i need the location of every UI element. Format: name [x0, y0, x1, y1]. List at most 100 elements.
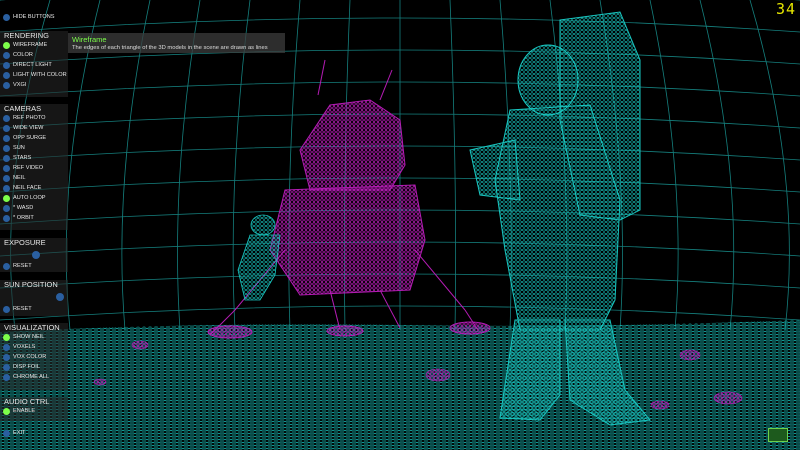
sun-reset-label: RESET — [13, 306, 32, 312]
sun-reset-button[interactable] — [3, 305, 10, 313]
menu-item-label: VOX COLOR — [13, 354, 47, 360]
exposure-slider[interactable] — [32, 251, 40, 259]
toggle-button[interactable] — [3, 114, 10, 122]
menu-item-label: SHOW NEIL — [13, 334, 45, 340]
audio-list: ENABLE — [0, 406, 68, 416]
menu-item[interactable]: WIREFRAME — [0, 40, 68, 50]
menu-item[interactable]: NEIL FACE — [0, 183, 68, 193]
toggle-button[interactable] — [3, 51, 10, 59]
toggle-button[interactable] — [3, 154, 10, 162]
audio-panel: AUDIO CTRL ENABLE — [0, 397, 68, 421]
menu-item-label: VXGI — [13, 82, 27, 88]
menu-item-label: AUTO LOOP — [13, 195, 46, 201]
rendering-panel: RENDERING WIREFRAME COLOR DIRECT LIGHT LIGH… — [0, 31, 68, 97]
menu-item-label: REF PHOTO — [13, 115, 46, 121]
menu-item[interactable]: STARS — [0, 153, 68, 163]
menu-item[interactable]: OPP SURGE — [0, 133, 68, 143]
visualization-panel: VISUALIZATION SHOW NEIL VOXELS VOX COLOR DI… — [0, 323, 68, 390]
toggle-button[interactable] — [3, 214, 10, 222]
menu-item-label: STARS — [13, 155, 32, 161]
exposure-reset-button[interactable] — [3, 262, 10, 270]
toggle-button[interactable] — [3, 194, 10, 202]
menu-item-label: * ORBIT — [13, 215, 34, 221]
menu-item-label: * WASD — [13, 205, 34, 211]
toggle-button[interactable] — [3, 174, 10, 182]
toggle-button[interactable] — [3, 61, 10, 69]
sun-position-slider[interactable] — [56, 293, 64, 301]
menu-item-label: DIRECT LIGHT — [13, 62, 52, 68]
hide-buttons-row[interactable]: HIDE BUTTONS — [0, 12, 68, 24]
menu-item[interactable]: VOX COLOR — [0, 352, 68, 362]
cameras-header: CAMERAS — [4, 104, 42, 113]
toggle-button[interactable] — [3, 407, 10, 415]
menu-item[interactable]: VOXELS — [0, 342, 68, 352]
exposure-reset-label: RESET — [13, 263, 32, 269]
toggle-button[interactable] — [3, 134, 10, 142]
toggle-button[interactable] — [3, 353, 10, 361]
menu-item-label: COLOR — [13, 52, 33, 58]
cameras-panel: CAMERAS REF PHOTO WIDE VIEW OPP SURGE SUN ST… — [0, 104, 68, 230]
tooltip-title: Wireframe — [72, 35, 107, 44]
toggle-button[interactable] — [3, 373, 10, 381]
exposure-header: EXPOSURE — [4, 238, 46, 247]
menu-item-label: WIREFRAME — [13, 42, 48, 48]
menu-item[interactable]: CHROME ALL — [0, 372, 68, 382]
menu-item-label: VOXELS — [13, 344, 36, 350]
rendering-list: WIREFRAME COLOR DIRECT LIGHT LIGHT WITH COL… — [0, 40, 68, 90]
menu-item-label: NEIL — [13, 175, 26, 181]
menu-item[interactable]: LIGHT WITH COLOR — [0, 70, 68, 80]
cameras-list: REF PHOTO WIDE VIEW OPP SURGE SUN STARS REF V… — [0, 113, 68, 223]
toggle-button[interactable] — [3, 184, 10, 192]
menu-item[interactable]: COLOR — [0, 50, 68, 60]
menu-item[interactable]: * ORBIT — [0, 213, 68, 223]
menu-item-label: LIGHT WITH COLOR — [13, 72, 67, 78]
toggle-button[interactable] — [3, 164, 10, 172]
sun-position-panel: SUN POSITION RESET — [0, 280, 68, 316]
menu-item[interactable]: SUN — [0, 143, 68, 153]
astronaut-small — [237, 214, 281, 301]
toggle-button[interactable] — [3, 204, 10, 212]
menu-item[interactable]: DIRECT LIGHT — [0, 60, 68, 70]
toggle-button[interactable] — [3, 343, 10, 351]
toggle-button[interactable] — [3, 144, 10, 152]
menu-item-label: REF VIDEO — [13, 165, 44, 171]
exposure-panel: EXPOSURE RESET — [0, 238, 68, 272]
menu-item[interactable]: SHOW NEIL — [0, 332, 68, 342]
menu-item[interactable]: AUTO LOOP — [0, 193, 68, 203]
exit-row[interactable]: EXIT — [0, 428, 68, 440]
menu-item[interactable]: REF PHOTO — [0, 113, 68, 123]
exit-button[interactable] — [3, 429, 10, 437]
exit-label: EXIT — [13, 430, 26, 436]
toggle-button[interactable] — [3, 333, 10, 341]
menu-item-label: WIDE VIEW — [13, 125, 44, 131]
toggle-button[interactable] — [3, 124, 10, 132]
toggle-button[interactable] — [3, 41, 10, 49]
visualization-list: SHOW NEIL VOXELS VOX COLOR DISP FOIL CHROME … — [0, 332, 68, 382]
menu-item-label: CHROME ALL — [13, 374, 50, 380]
menu-item-label: DISP FOIL — [13, 364, 40, 370]
fps-counter: 34 — [775, 0, 796, 18]
menu-item-label: ENABLE — [13, 408, 36, 414]
wireframe-scene — [0, 0, 800, 450]
menu-item[interactable]: NEIL — [0, 173, 68, 183]
toggle-button[interactable] — [3, 71, 10, 79]
toggle-button[interactable] — [3, 363, 10, 371]
tooltip-body: The edges of each triangle of the 3D mod… — [72, 45, 268, 51]
sun-position-header: SUN POSITION — [4, 280, 58, 289]
rendering-header: RENDERING — [4, 31, 50, 40]
menu-item[interactable]: ENABLE — [0, 406, 68, 416]
visualization-header: VISUALIZATION — [4, 323, 60, 332]
hide-buttons-toggle[interactable] — [3, 13, 10, 21]
toggle-button[interactable] — [3, 81, 10, 89]
menu-item[interactable]: WIDE VIEW — [0, 123, 68, 133]
menu-item[interactable]: DISP FOIL — [0, 362, 68, 372]
menu-item[interactable]: * WASD — [0, 203, 68, 213]
menu-item[interactable]: REF VIDEO — [0, 163, 68, 173]
menu-item[interactable]: VXGI — [0, 80, 68, 90]
menu-item-label: OPP SURGE — [13, 135, 47, 141]
menu-item-label: SUN — [13, 145, 25, 151]
menu-item-label: NEIL FACE — [13, 185, 42, 191]
hide-buttons-label: HIDE BUTTONS — [13, 14, 55, 20]
tooltip: Wireframe The edges of each triangle of … — [68, 33, 285, 53]
nvidia-logo — [768, 428, 788, 442]
